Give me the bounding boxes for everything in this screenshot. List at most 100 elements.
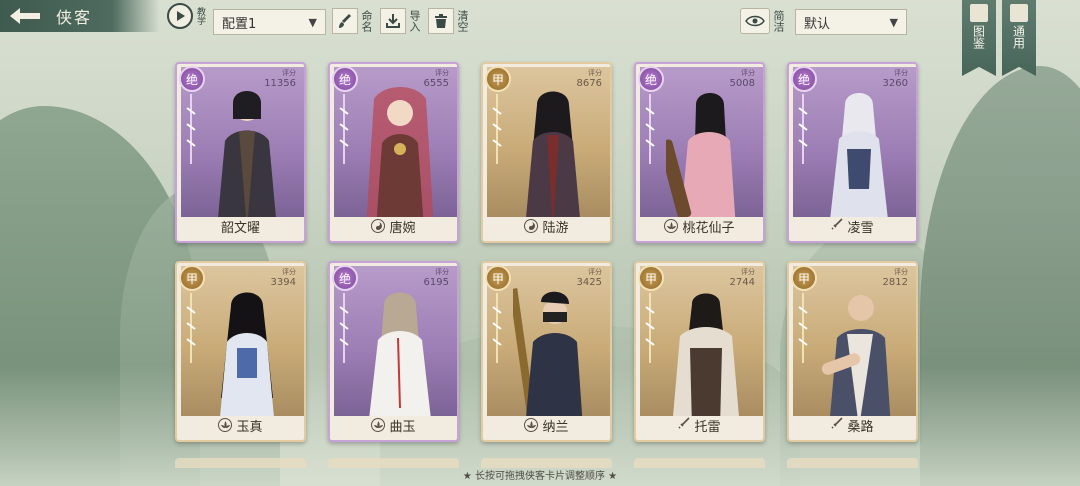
- score-display: 评分 6555: [423, 69, 449, 89]
- tutorial-label: 教学: [195, 7, 205, 25]
- common-button[interactable]: 通用: [1002, 0, 1036, 76]
- sword-icon: [831, 218, 844, 234]
- swirl-icon: [371, 219, 386, 233]
- score-display: 评分 5008: [729, 69, 755, 89]
- rank-ribbon-icon: [186, 94, 196, 164]
- top-bar: 侠客 教学 配置1 ▼ 命名 导入 清空 简洁 默认 ▼ 图鉴 通用: [0, 0, 1080, 76]
- clear-button[interactable]: 清空: [428, 8, 469, 34]
- back-arrow-icon: [8, 6, 42, 26]
- rank-badge: 绝: [638, 66, 664, 92]
- eye-icon: [740, 8, 770, 34]
- common-label: 通用: [1011, 25, 1026, 49]
- drag-hint: ★ 长按可拖拽侠客卡片调整顺序 ★: [462, 471, 618, 482]
- hero-card[interactable]: 甲 评分 2812 桑路: [787, 261, 918, 442]
- hero-card-grid: 绝 评分 11356 韶文曜 绝 评分 6555 唐婉 甲 评分 8676 陆游 绝: [175, 62, 920, 452]
- sort-value: 默认: [804, 16, 831, 32]
- rank-badge: 绝: [791, 66, 817, 92]
- swirl-icon: [524, 219, 539, 233]
- rename-button[interactable]: 命名: [332, 8, 373, 34]
- import-icon: [380, 8, 406, 34]
- clear-label: 清空: [456, 10, 469, 32]
- score-display: 评分 11356: [264, 69, 296, 89]
- tutorial-button[interactable]: 教学: [167, 3, 205, 29]
- scroll-icon: [1010, 4, 1028, 22]
- lotus-icon: [371, 418, 386, 432]
- rename-label: 命名: [360, 10, 373, 32]
- hero-name: 纳兰: [542, 419, 569, 435]
- brush-icon: [332, 8, 358, 34]
- rank-badge: 甲: [791, 265, 817, 291]
- hero-name-bar: 玉真: [181, 414, 300, 436]
- hero-card[interactable]: 甲 评分 3425 纳兰: [481, 261, 612, 442]
- hero-name-bar: 陆游: [487, 215, 606, 237]
- hero-name: 桃花仙子: [682, 220, 735, 236]
- play-icon: [167, 3, 193, 29]
- sort-select[interactable]: 默认 ▼: [795, 9, 907, 35]
- rank-badge: 绝: [332, 265, 358, 291]
- hero-card[interactable]: 绝 评分 6555 唐婉: [328, 62, 459, 243]
- score-display: 评分 6195: [423, 268, 449, 288]
- hero-card[interactable]: 绝 评分 6195 曲玉: [328, 261, 459, 442]
- rank-badge: 甲: [485, 265, 511, 291]
- rank-ribbon-icon: [186, 293, 196, 363]
- rank-badge: 甲: [485, 66, 511, 92]
- import-button[interactable]: 导入: [380, 8, 421, 34]
- hero-card[interactable]: 甲 评分 3394 玉真: [175, 261, 306, 442]
- hero-name-bar: 桃花仙子: [640, 215, 759, 237]
- hero-card[interactable]: 甲 评分 8676 陆游: [481, 62, 612, 243]
- import-label: 导入: [408, 10, 421, 32]
- rank-badge: 绝: [179, 66, 205, 92]
- hero-name: 凌雪: [847, 220, 874, 236]
- hero-card[interactable]: 绝 评分 11356 韶文曜: [175, 62, 306, 243]
- lotus-icon: [524, 418, 539, 432]
- hero-card[interactable]: 甲 评分 2744 托雷: [634, 261, 765, 442]
- page-title: 侠客: [56, 8, 93, 27]
- simple-view-label: 简洁: [772, 10, 785, 32]
- rank-ribbon-icon: [798, 293, 808, 363]
- rank-ribbon-icon: [339, 94, 349, 164]
- sword-icon: [831, 417, 844, 433]
- score-display: 评分 3260: [882, 69, 908, 89]
- hero-name-bar: 曲玉: [334, 414, 453, 436]
- hero-name-bar: 纳兰: [487, 414, 606, 436]
- rank-ribbon-icon: [492, 94, 502, 164]
- rank-ribbon-icon: [339, 293, 349, 363]
- score-display: 评分 2744: [729, 268, 755, 288]
- hero-name: 桑路: [847, 419, 874, 435]
- config-value: 配置1: [222, 16, 257, 32]
- hero-name-bar: 桑路: [793, 414, 912, 436]
- hero-name: 韶文曜: [220, 220, 260, 236]
- rank-badge: 甲: [638, 265, 664, 291]
- hero-name: 托雷: [694, 419, 721, 435]
- chevron-down-icon: ▼: [308, 15, 317, 29]
- hero-name: 曲玉: [389, 419, 416, 435]
- rank-badge: 甲: [179, 265, 205, 291]
- hero-card[interactable]: 绝 评分 5008 桃花仙子: [634, 62, 765, 243]
- book-icon: [970, 4, 988, 22]
- hero-name-bar: 托雷: [640, 414, 759, 436]
- score-display: 评分 8676: [576, 69, 602, 89]
- simple-view-toggle[interactable]: 简洁: [740, 8, 785, 34]
- atlas-label: 图鉴: [971, 25, 986, 49]
- hero-name: 玉真: [236, 419, 263, 435]
- back-button[interactable]: 侠客: [0, 0, 160, 32]
- hero-name-bar: 凌雪: [793, 215, 912, 237]
- score-display: 评分 2812: [882, 268, 908, 288]
- chevron-down-icon: ▼: [889, 15, 898, 29]
- hero-name-bar: 唐婉: [334, 215, 453, 237]
- sword-icon: [678, 417, 691, 433]
- hero-name: 唐婉: [389, 220, 416, 236]
- config-select[interactable]: 配置1 ▼: [213, 9, 326, 35]
- lotus-icon: [218, 418, 233, 432]
- rank-ribbon-icon: [798, 94, 808, 164]
- lotus-icon: [664, 219, 679, 233]
- hero-name-bar: 韶文曜: [181, 215, 300, 237]
- score-display: 评分 3425: [576, 268, 602, 288]
- hero-card[interactable]: 绝 评分 3260 凌雪: [787, 62, 918, 243]
- score-display: 评分 3394: [270, 268, 296, 288]
- hero-name: 陆游: [542, 220, 569, 236]
- trash-icon: [428, 8, 454, 34]
- atlas-button[interactable]: 图鉴: [962, 0, 996, 76]
- rank-ribbon-icon: [645, 94, 655, 164]
- rank-ribbon-icon: [645, 293, 655, 363]
